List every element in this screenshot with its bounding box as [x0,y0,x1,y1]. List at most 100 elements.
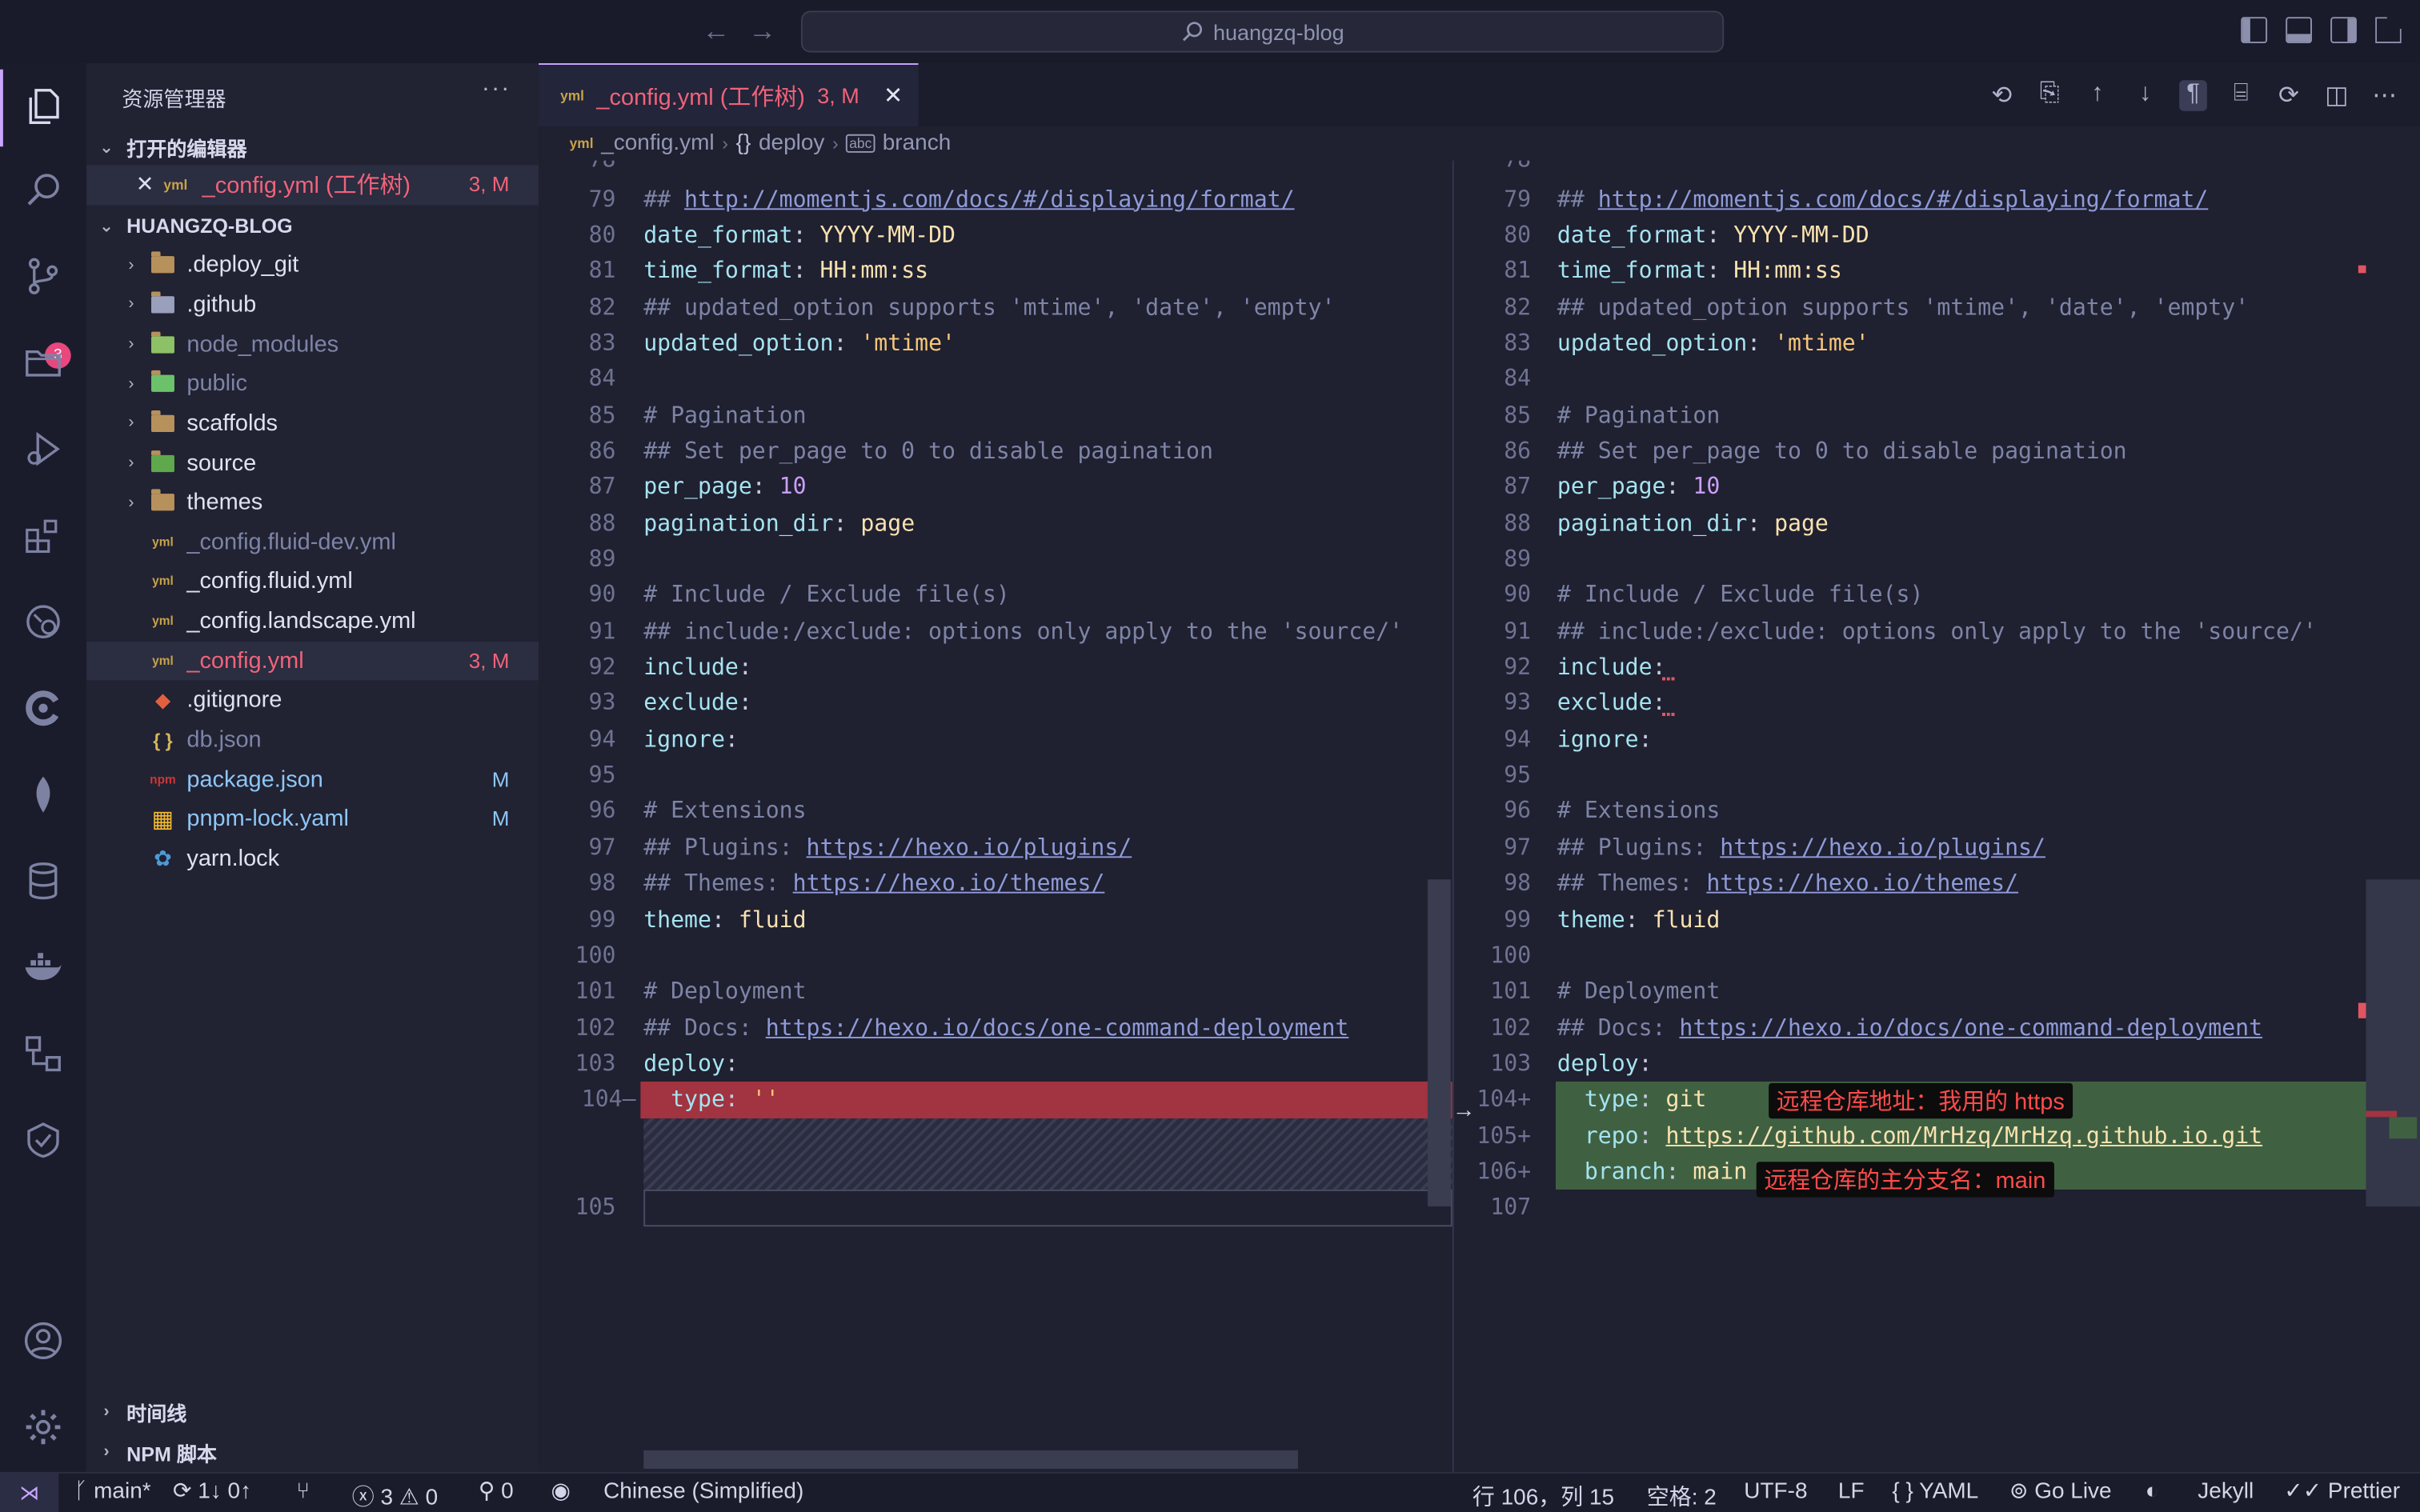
file-name: node_modules [186,330,339,358]
layout-controls [2241,17,2402,43]
testing-icon[interactable] [18,1115,68,1165]
code-text: deploy: [643,1050,739,1077]
file-tree-item[interactable]: › scaffolds [86,404,539,443]
eye-icon[interactable]: ◉ [551,1479,570,1504]
docker-icon[interactable] [18,942,68,992]
diff-modified-pane[interactable]: 78 79 ## http://momentjs.com/docs/#/displ… [1452,160,2420,1472]
file-tree-item[interactable]: › public [86,364,539,403]
tab-config-yml[interactable]: yml _config.yml (工作树) 3, M ✕ [539,63,919,127]
remote-indicator-icon[interactable]: ⋊ [0,1473,59,1512]
next-change-icon[interactable]: ↓ [2131,80,2159,111]
file-tree-item[interactable]: yml _config.fluid-dev.yml [86,522,539,562]
file-tree-item[interactable]: › .deploy_git [86,246,539,285]
account-icon[interactable] [18,1316,68,1366]
forward-arrow-icon[interactable]: → [748,14,776,47]
file-tree-item[interactable]: yml _config.landscape.yml [86,602,539,641]
more-actions-icon[interactable]: ⋯ [2370,80,2398,111]
language-mode[interactable]: { } YAML [1892,1479,1978,1504]
toggle-primary-sidebar-icon[interactable] [2241,17,2268,43]
inline-diff-icon[interactable]: ⌸ [2227,80,2255,111]
copilot-c-icon[interactable] [18,683,68,733]
explorer-icon[interactable] [18,82,68,131]
code-line: 93 exclude: [539,686,1452,722]
npm-scripts-header[interactable]: › NPM 脚本 [86,1434,539,1470]
ports-indicator[interactable]: ⚲ 0 [479,1479,514,1504]
copilot-status-icon[interactable]: ◐ [2146,1479,2159,1504]
breadcrumb-branch[interactable]: branch [883,131,952,156]
database-icon[interactable] [18,856,68,906]
horizontal-scrollbar[interactable] [643,1450,1298,1469]
history-icon[interactable]: ⟲ [1988,80,2016,111]
cursor-position[interactable]: 行 106，列 15 [1472,1479,1614,1511]
prettier-indicator[interactable]: ✓✓ Prettier [2284,1479,2400,1504]
code-text: ## http://momentjs.com/docs/#/displaying… [1557,186,2209,213]
close-tab-icon[interactable]: ✕ [883,82,903,110]
code-line: 95 [539,758,1452,794]
file-tree-item[interactable]: { } db.json [86,720,539,759]
problems-indicator[interactable]: ⓧ 3 ⚠ 0 [352,1479,439,1511]
show-whitespace-icon[interactable]: ¶ [2179,80,2207,111]
file-tree-item[interactable]: › themes [86,482,539,522]
revert-icon[interactable]: ⟳ [2275,80,2303,111]
file-tree-item[interactable]: ▦ pnpm-lock.yaml M [86,799,539,838]
more-actions-icon[interactable]: ··· [482,75,511,103]
line-number: 103 [575,1050,616,1077]
close-icon[interactable]: ✕ [136,172,154,198]
sync-indicator[interactable]: ⟳ 1↓ 0↑ [173,1479,251,1504]
encoding[interactable]: UTF-8 [1744,1479,1807,1504]
open-editor-item[interactable]: ✕ yml _config.yml (工作树) 3, M [86,165,539,205]
code-line: 101 # Deployment [1454,974,2420,1010]
jekyll-indicator[interactable]: Jekyll [2198,1479,2254,1504]
file-tree-item[interactable]: › node_modules [86,325,539,364]
file-tree-item[interactable]: › .github [86,285,539,324]
file-tree-item[interactable]: › source [86,443,539,482]
left-vertical-scrollbar[interactable] [1427,879,1451,1207]
open-editors-header[interactable]: ⌄ 打开的编辑器 [86,128,539,165]
code-line: 85 # Pagination [1454,398,2420,434]
go-live-button[interactable]: ⊚ Go Live [2009,1479,2112,1504]
git-graph-icon[interactable]: ⑂ [296,1479,310,1504]
language-pack[interactable]: Chinese (Simplified) [603,1479,803,1504]
diff-original-pane[interactable]: 78 79 ## http://momentjs.com/docs/#/displ… [539,160,1452,1472]
folder-icon [150,330,176,358]
file-tree-item[interactable]: ◆ .gitignore [86,681,539,720]
folder-icon[interactable] [18,338,68,387]
file-tree-item[interactable]: npm package.json M [86,760,539,799]
overview-added-mark [2389,1117,2418,1139]
line-number: 88 [588,510,616,537]
folder-icon [150,489,176,516]
file-tree-item[interactable]: ✿ yarn.lock [86,839,539,878]
indentation[interactable]: 空格: 2 [1647,1479,1717,1511]
line-ending[interactable]: LF [1838,1479,1865,1504]
search-icon[interactable] [18,165,68,214]
code-line: 80 date_format: YYYY-MM-DD [539,218,1452,254]
toggle-panel-icon[interactable] [2286,17,2312,43]
line-number: 85 [1504,402,1532,429]
code-text: date_format: YYYY-MM-DD [1557,222,1869,249]
file-tree-item[interactable]: yml _config.fluid.yml [86,562,539,601]
branch-indicator[interactable]: ᚴ main* [74,1479,151,1504]
extensions-icon[interactable] [18,510,68,560]
breadcrumb-file[interactable]: _config.yml [601,131,714,156]
customize-layout-icon[interactable] [2375,17,2402,43]
right-vertical-scrollbar[interactable] [2366,879,2420,1207]
diagram-icon[interactable] [18,1029,68,1078]
settings-gear-icon[interactable] [18,1402,68,1452]
remote-explorer-icon[interactable] [18,597,68,646]
command-center-search[interactable]: huangzq-blog [800,10,1725,53]
toggle-secondary-sidebar-icon[interactable] [2330,17,2357,43]
file-tree-item[interactable]: yml _config.yml 3, M [86,641,539,681]
run-debug-icon[interactable] [18,424,68,474]
mongodb-leaf-icon[interactable] [18,770,68,819]
source-control-icon[interactable] [18,251,68,301]
previous-change-icon[interactable]: ↑ [2084,80,2112,111]
split-editor-icon[interactable]: ◫ [2322,80,2350,111]
code-line: 89 [539,542,1452,578]
open-file-icon[interactable]: ⎘ [2036,80,2064,111]
project-header[interactable]: ⌄ HUANGZQ-BLOG [86,206,539,243]
timeline-header[interactable]: › 时间线 [86,1393,539,1430]
chevron-right-icon: › [832,132,839,154]
line-number: 91 [588,618,616,645]
breadcrumb-deploy[interactable]: deploy [759,131,824,156]
back-arrow-icon[interactable]: ← [702,14,730,47]
